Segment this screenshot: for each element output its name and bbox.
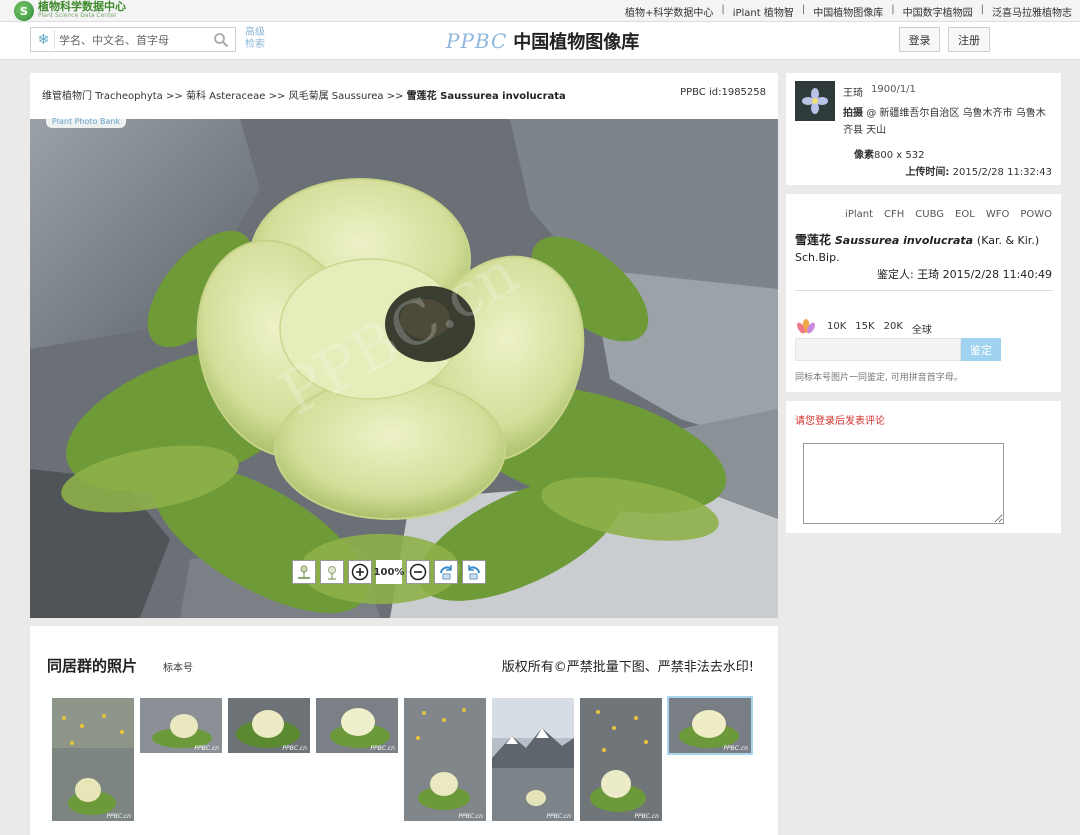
source-link-powo[interactable]: POWO [1020,209,1052,220]
leaf-logo-icon: S [14,1,34,21]
count-global[interactable]: 全球 [912,321,932,336]
register-button[interactable]: 注册 [948,27,990,52]
source-link-eol[interactable]: EOL [955,209,975,220]
login-to-comment[interactable]: 请您登录后发表评论 [795,412,885,427]
thumbnail[interactable]: PPBC.cn [228,698,310,753]
saussurea-photo-image: PPBC.cn [30,119,778,618]
top-links: 植物+科学数据中心 | iPlant 植物智 | 中国植物图像库 | 中国数字植… [624,4,1072,19]
source-link-cfh[interactable]: CFH [884,209,904,220]
site-header: ❄ 高级检索 PPBC 中国植物图像库 登录 注册 [0,22,1080,60]
photographer-name[interactable]: 王琦 [843,84,863,99]
species-name: 雪莲花 Saussurea involucrata (Kar. & Kir.) … [795,232,1057,266]
species-latin-name: Saussurea involucrata [834,234,974,247]
top-link-digital-garden[interactable]: 中国数字植物园 [903,4,973,19]
top-link-plant-data[interactable]: 植物+科学数据中心 [625,4,713,19]
breadcrumb-phylum[interactable]: 维管植物门 Tracheophyta [42,91,163,102]
comment-textarea[interactable] [803,443,1004,524]
brand-ppbc: PPBC [446,29,508,53]
count-15k[interactable]: 15K [855,321,874,336]
zoom-out-icon[interactable] [406,560,430,584]
rotate-right-icon[interactable] [462,560,486,584]
thumbnail[interactable]: PPBC.cn [580,698,662,821]
breadcrumb-genus[interactable]: 风毛菊属 Saussurea [289,91,384,102]
count-20k[interactable]: 20K [884,321,903,336]
fit-width-icon[interactable] [292,560,316,584]
count-filters: 10K 15K 20K 全球 [827,321,932,336]
species-panel: iPlant CFH CUBG EOL WFO POWO 雪莲花 Saussur… [786,194,1061,392]
plant-photo[interactable]: PPBC.cn [30,119,778,618]
login-button[interactable]: 登录 [899,27,940,52]
logo-text-en: Plant Science Data Center [38,12,117,19]
top-bar: S 植物科学数据中心 Plant Science Data Center 植物+… [0,0,1080,22]
image-panel: 维管植物门 Tracheophyta >> 菊科 Asteraceae >> 风… [30,73,778,618]
identify-input[interactable] [795,338,961,361]
population-gallery: 同居群的照片 标本号 版权所有©严禁批量下图、严禁非法去水印! PPBC.cn … [30,626,778,835]
lotus-icon [797,319,815,334]
ppbc-id: PPBC id:1985258 [680,87,766,98]
identify-button[interactable]: 鉴定 [961,338,1001,361]
thumbnail-image [404,698,486,821]
gallery-title: 同居群的照片 [47,657,138,675]
copyright-notice: 版权所有©严禁批量下图、严禁非法去水印! [501,660,754,675]
flower-avatar-icon [802,88,828,114]
identifier: 鉴定人: 王琦 2015/2/28 11:40:49 [876,268,1052,281]
search-icon[interactable] [213,32,229,48]
thumbnail-image [492,698,574,821]
species-cn-name: 雪莲花 [795,233,832,247]
divider [795,290,1053,291]
thumbnail[interactable]: PPBC.cn [492,698,574,821]
search-input[interactable] [59,31,209,49]
advanced-search-link[interactable]: 高级检索 [245,27,269,51]
specimen-number-tag[interactable]: 标本号 [163,659,193,674]
rotate-left-icon[interactable] [434,560,458,584]
image-pixels: 像素800 x 532 [854,150,925,161]
avatar[interactable] [795,81,835,121]
snowflake-icon[interactable]: ❄ [33,30,55,49]
thumbnail[interactable]: PPBC.cn [316,698,398,753]
photographer-panel: 王琦 1900/1/1 拍摄 @ 新疆维吾尔自治区 乌鲁木齐市 乌鲁木齐县 天山… [786,73,1061,185]
thumbnail-image [580,698,662,821]
thumbnail-image [52,698,134,821]
zoom-level: 100% [374,560,404,584]
thumbnail[interactable]: PPBC.cn [52,698,134,821]
photographer-date: 1900/1/1 [871,84,916,95]
source-links: iPlant CFH CUBG EOL WFO POWO [845,209,1052,220]
top-link-himalaya-flora[interactable]: 泛喜马拉雅植物志 [992,4,1072,19]
top-link-image-bank[interactable]: 中国植物图像库 [813,4,883,19]
thumbnail[interactable]: PPBC.cn [404,698,486,821]
brand-title: 中国植物图像库 [513,32,640,53]
logo-text-cn: 植物科学数据中心 [38,0,126,13]
thumbnail-selected[interactable]: PPBC.cn [667,696,753,755]
thumbnail[interactable]: PPBC.cn [140,698,222,753]
breadcrumb: 维管植物门 Tracheophyta >> 菊科 Asteraceae >> 风… [42,91,566,102]
identify-hint: 同标本号图片一同鉴定, 可用拼音首字母。 [795,373,963,383]
brand[interactable]: PPBC 中国植物图像库 [446,28,639,54]
source-link-wfo[interactable]: WFO [986,209,1010,220]
shoot-location: 拍摄 @ 新疆维吾尔自治区 乌鲁木齐市 乌鲁木齐县 天山 [843,108,1046,136]
site-logo[interactable]: S 植物科学数据中心 Plant Science Data Center [14,1,126,21]
source-link-cubg[interactable]: CUBG [915,209,944,220]
zoom-in-icon[interactable] [348,560,372,584]
source-link-iplant[interactable]: iPlant [845,209,873,220]
plant-photo-bank-tab[interactable]: Plant Photo Bank [46,117,126,128]
top-link-iplant[interactable]: iPlant 植物智 [733,4,794,19]
search-box: ❄ [30,27,236,52]
upload-time: 上传时间: 2015/2/28 11:32:43 [905,167,1052,178]
breadcrumb-species: 雪莲花 Saussurea involucrata [406,91,566,102]
breadcrumb-family[interactable]: 菊科 Asteraceae [186,91,265,102]
comment-panel: 请您登录后发表评论 [786,401,1061,533]
thumbnail-list: PPBC.cn PPBC.cn PPBC.cn PPBC.cn PPBC.cn … [52,696,762,823]
image-toolbar: 100% [292,560,486,584]
count-10k[interactable]: 10K [827,321,846,336]
fit-height-icon[interactable] [320,560,344,584]
